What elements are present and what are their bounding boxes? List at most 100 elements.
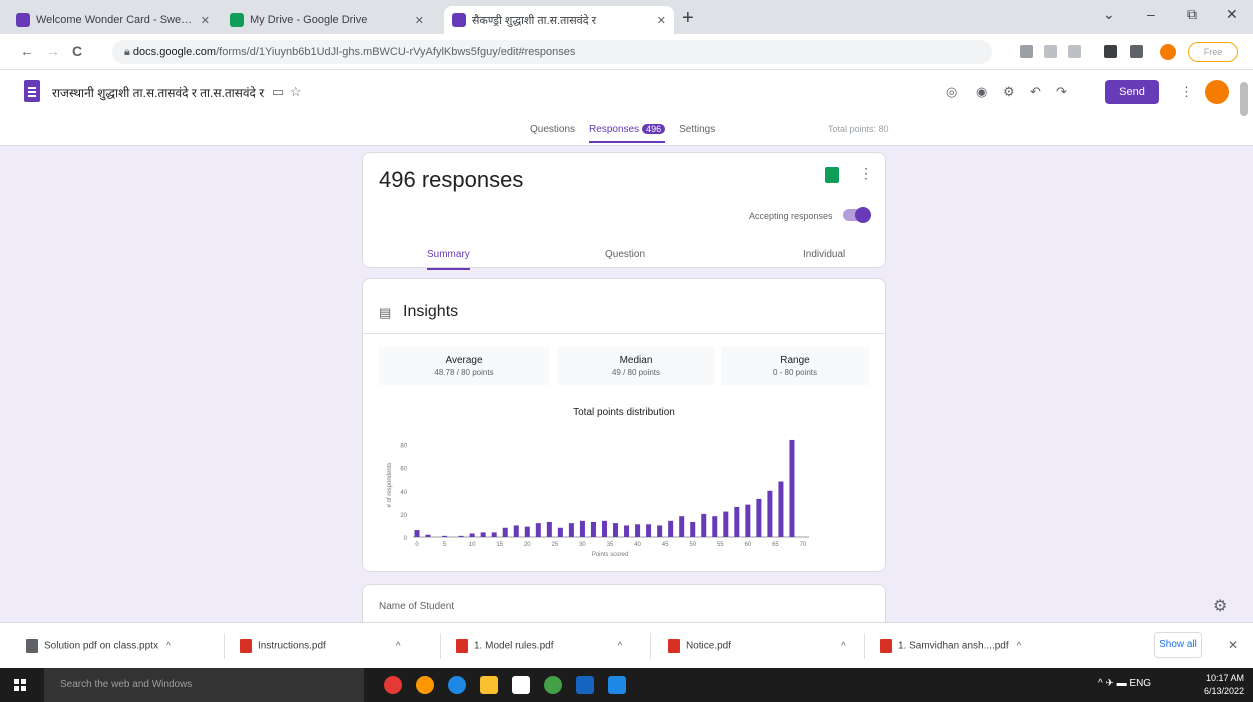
forward-button[interactable]: → (46, 43, 60, 59)
forms-logo-icon[interactable] (24, 80, 40, 102)
download-item[interactable]: Notice.pdf ^ (668, 639, 846, 653)
subtab-question[interactable]: Question (605, 249, 645, 260)
sheets-icon[interactable] (825, 167, 839, 183)
store-icon[interactable] (512, 676, 530, 694)
windows-start-icon[interactable] (14, 679, 26, 691)
downloads-bar: Solution pdf on class.pptx ^ Instructions… (0, 622, 1253, 668)
translate-icon[interactable] (1020, 45, 1033, 58)
opera-icon[interactable] (384, 676, 402, 694)
tab-search-icon[interactable]: ⌄ (1103, 6, 1115, 23)
taskbar-search[interactable]: Search the web and Windows (44, 668, 364, 702)
minimize-button[interactable]: – (1147, 6, 1155, 22)
tab-settings[interactable]: Settings (679, 124, 715, 143)
account-avatar[interactable] (1205, 80, 1229, 104)
word-icon[interactable] (576, 676, 594, 694)
chart-bar (734, 506, 740, 537)
subtab-summary[interactable]: Summary (427, 249, 470, 270)
chart-bar (414, 530, 420, 537)
firefox-icon[interactable] (416, 676, 434, 694)
browser-tab-3-active[interactable]: सैकण्ड्री शुद्धाशी ता.स.तासवंदे र ✕ (444, 6, 674, 34)
subtab-individual[interactable]: Individual (803, 249, 845, 260)
download-item[interactable]: 1. Samvidhan ansh....pdf ^ (880, 639, 1021, 653)
star-icon[interactable] (1068, 45, 1081, 58)
tab-questions[interactable]: Questions (530, 124, 575, 143)
edge-icon[interactable] (448, 676, 466, 694)
accepting-responses-toggle[interactable] (843, 207, 871, 223)
redo-icon[interactable]: ↷ (1056, 84, 1067, 100)
chevron-up-icon[interactable]: ^ (841, 641, 846, 652)
chevron-up-icon[interactable]: ^ (1017, 641, 1022, 652)
close-icon[interactable]: ✕ (657, 14, 666, 27)
star-icon[interactable]: ☆ (290, 84, 302, 100)
more-vert-icon[interactable]: ⋮ (1180, 84, 1193, 100)
taskbar-clock[interactable]: 10:17 AM 6/13/2022 (1194, 672, 1244, 698)
more-vert-icon[interactable]: ⋮ (859, 165, 873, 182)
app-icon[interactable] (608, 676, 626, 694)
browser-tab-2[interactable]: My Drive - Google Drive ✕ (222, 6, 432, 34)
page-scrollbar[interactable] (1240, 82, 1248, 116)
forms-header: राजस्थानी शुद्धाशी ता.स.तासवंदे र ता.स.त… (0, 70, 1253, 146)
profile-avatar[interactable] (1160, 44, 1176, 60)
chart-bar (723, 511, 729, 537)
chart-bar (469, 533, 475, 537)
clock-date: 6/13/2022 (1203, 686, 1244, 696)
form-title[interactable]: राजस्थानी शुद्धाशी ता.स.तासवंदे र ता.स.त… (52, 84, 264, 101)
insights-icon: ▤ (379, 305, 392, 320)
close-icon[interactable]: ✕ (415, 14, 424, 27)
preview-icon[interactable]: ◉ (976, 84, 987, 100)
chart-bar (646, 524, 652, 537)
browser-tab-strip: Welcome Wonder Card - Sweeta ✕ My Drive … (0, 0, 1253, 34)
folder-icon[interactable]: ▭ (272, 84, 284, 100)
y-axis-label: # of respondents (387, 463, 393, 508)
stat-value: 48.78 / 80 points (434, 368, 494, 377)
browser-tab-1[interactable]: Welcome Wonder Card - Sweeta ✕ (8, 6, 218, 34)
send-button[interactable]: Send (1105, 80, 1159, 104)
browser-toolbar: ← → C 🔒︎ docs.google.com/forms/d/1Yiuynb… (0, 34, 1253, 70)
form-tabs: Questions Responses 496 Settings (530, 124, 715, 143)
extensions-icon[interactable] (1104, 45, 1117, 58)
divider (864, 633, 865, 659)
system-tray[interactable]: ^ ✈︎ ▬ ENG (1098, 678, 1151, 689)
profile-pill[interactable]: Free (1188, 42, 1238, 62)
close-icon[interactable]: ✕ (1228, 638, 1238, 652)
side-panel-icon[interactable] (1130, 45, 1143, 58)
chevron-up-icon[interactable]: ^ (166, 641, 171, 652)
language-indicator: ENG (1129, 678, 1152, 689)
chevron-up-icon[interactable]: ^ (618, 641, 623, 652)
chrome-icon[interactable] (544, 676, 562, 694)
new-tab-button[interactable]: + (682, 7, 694, 30)
close-icon[interactable]: ✕ (201, 14, 210, 27)
settings-icon[interactable]: ⚙︎ (1003, 84, 1015, 100)
tab-responses[interactable]: Responses 496 (589, 124, 666, 143)
file-explorer-icon[interactable] (480, 676, 498, 694)
insights-title: Insights (403, 303, 459, 320)
windows-taskbar: Search the web and Windows ^ ✈︎ ▬ ENG 10… (0, 668, 1253, 702)
chart-bar (513, 525, 519, 537)
chevron-up-icon[interactable]: ^ (396, 641, 401, 652)
pdf-file-icon (240, 639, 252, 653)
undo-icon[interactable]: ↶ (1030, 84, 1041, 100)
download-item[interactable]: 1. Model rules.pdf ^ (456, 639, 622, 653)
show-all-button[interactable]: Show all (1154, 632, 1202, 658)
reload-button[interactable]: C (72, 43, 82, 59)
restore-button[interactable]: ⧉ (1187, 6, 1197, 23)
address-bar[interactable]: 🔒︎ docs.google.com/forms/d/1Yiuynb6b1UdJ… (112, 40, 992, 64)
share-icon[interactable] (1044, 45, 1057, 58)
chart-bar (590, 521, 596, 537)
stat-average: Average 48.78 / 80 points (379, 347, 549, 385)
url-host: docs.google.com (132, 46, 217, 58)
download-item[interactable]: Instructions.pdf ^ (240, 639, 401, 653)
settings-gear-icon[interactable]: ⚙︎ (1213, 596, 1227, 616)
x-tick-label: 60 (745, 542, 752, 548)
back-button[interactable]: ← (20, 43, 34, 59)
chart-bar (701, 513, 707, 537)
chart-bar (425, 534, 431, 537)
chart-bar (789, 439, 795, 537)
window-close-button[interactable]: ✕ (1226, 6, 1238, 23)
clock-time: 10:17 AM (1205, 673, 1244, 683)
download-item[interactable]: Solution pdf on class.pptx ^ (26, 639, 171, 653)
palette-icon[interactable]: ◎ (946, 84, 957, 100)
x-tick-label: 0 (415, 542, 419, 548)
pptx-file-icon (26, 639, 38, 653)
forms-favicon-icon (452, 13, 466, 27)
